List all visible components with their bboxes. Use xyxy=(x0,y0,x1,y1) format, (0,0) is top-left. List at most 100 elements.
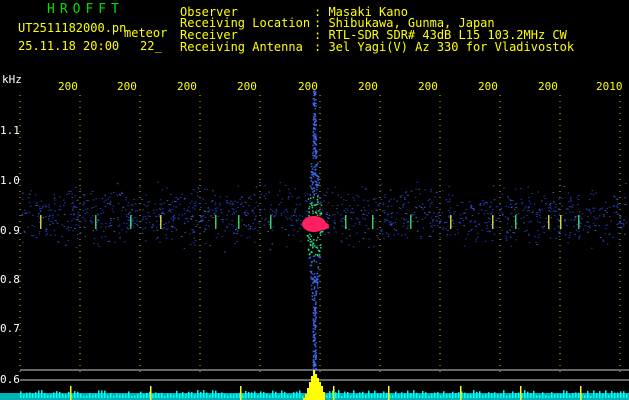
noise-speck xyxy=(614,196,616,198)
echo-speck xyxy=(312,157,315,159)
noise-speck xyxy=(281,198,283,200)
baseline-spike xyxy=(578,392,580,398)
noise-speck xyxy=(531,193,533,194)
noise-speck xyxy=(463,245,466,247)
noise-speck xyxy=(402,206,404,208)
date-time: 25.11.18 20:00 xyxy=(18,39,120,53)
power-burst xyxy=(313,370,315,400)
echo-speck xyxy=(313,239,315,241)
noise-speck xyxy=(424,189,426,191)
noise-speck xyxy=(278,190,281,192)
noise-speck xyxy=(252,222,254,224)
noise-speck xyxy=(479,205,482,207)
noise-speck xyxy=(602,240,605,242)
echo-speck xyxy=(314,115,317,118)
noise-speck xyxy=(482,200,484,202)
noise-speck xyxy=(275,211,278,213)
baseline-spike xyxy=(347,391,349,398)
echo-streak xyxy=(40,215,42,229)
echo-speck xyxy=(310,187,313,189)
noise-speck xyxy=(77,211,80,213)
noise-speck xyxy=(384,209,386,211)
echo-streak xyxy=(345,215,347,229)
noise-speck xyxy=(336,208,338,209)
noise-speck xyxy=(431,226,433,228)
noise-speck xyxy=(205,202,207,204)
noise-speck xyxy=(186,210,188,212)
baseline-spike xyxy=(257,395,259,398)
noise-speck xyxy=(119,237,121,239)
echo-speck xyxy=(311,251,313,253)
noise-speck xyxy=(514,188,517,190)
noise-speck xyxy=(618,238,620,240)
noise-speck xyxy=(21,214,23,216)
noise-speck xyxy=(173,205,175,207)
noise-speck xyxy=(274,211,276,213)
noise-speck xyxy=(212,190,214,192)
noise-speck xyxy=(496,226,498,228)
noise-speck xyxy=(438,217,440,219)
noise-speck xyxy=(23,230,26,232)
y-tick-label: 0.6 xyxy=(0,373,20,386)
noise-speck xyxy=(575,217,577,219)
noise-speck xyxy=(118,224,121,226)
baseline-spike xyxy=(167,393,169,398)
baseline-spike xyxy=(614,392,616,398)
noise-speck xyxy=(288,196,290,198)
noise-speck xyxy=(296,197,298,199)
noise-speck xyxy=(333,226,335,228)
noise-speck xyxy=(93,242,95,244)
baseline-spike xyxy=(392,394,394,398)
noise-speck xyxy=(152,225,154,227)
echo-speck xyxy=(313,335,315,337)
noise-speck xyxy=(156,226,158,228)
noise-speck xyxy=(21,214,24,215)
echo-speck xyxy=(318,182,321,184)
noise-speck xyxy=(413,214,415,216)
noise-speck xyxy=(214,204,217,206)
echo-speck xyxy=(315,351,317,354)
echo-speck xyxy=(311,181,314,183)
baseline-spike xyxy=(32,393,34,398)
noise-speck xyxy=(235,211,237,213)
app-title: HROFFT xyxy=(47,2,124,17)
noise-speck xyxy=(617,213,619,215)
echo-speck xyxy=(315,120,317,122)
noise-speck xyxy=(449,200,451,202)
baseline-spike xyxy=(617,392,619,398)
noise-speck xyxy=(192,216,194,218)
noise-speck xyxy=(162,228,164,230)
echo-speck xyxy=(317,201,319,203)
noise-speck xyxy=(345,208,347,210)
noise-speck xyxy=(108,202,111,204)
noise-speck xyxy=(143,204,145,205)
baseline-spike xyxy=(89,393,91,398)
echo-speck xyxy=(316,203,318,206)
noise-speck xyxy=(97,218,99,220)
echo-streak xyxy=(410,215,412,229)
baseline-spike xyxy=(80,393,82,398)
noise-speck xyxy=(419,193,421,195)
noise-speck xyxy=(34,194,37,196)
baseline-spike xyxy=(563,390,565,398)
noise-speck xyxy=(225,226,228,228)
noise-speck xyxy=(393,198,395,200)
noise-speck xyxy=(465,216,467,218)
noise-speck xyxy=(156,229,159,231)
noise-speck xyxy=(280,202,282,203)
noise-speck xyxy=(353,199,356,201)
noise-speck xyxy=(429,236,432,237)
baseline-spike xyxy=(497,394,499,398)
noise-speck xyxy=(119,194,121,195)
noise-speck xyxy=(51,217,54,219)
noise-speck xyxy=(343,210,346,211)
noise-speck xyxy=(320,201,323,203)
noise-speck xyxy=(175,206,178,208)
noise-speck xyxy=(491,240,494,241)
noise-speck xyxy=(275,209,278,211)
noise-speck xyxy=(357,204,359,206)
noise-speck xyxy=(456,204,459,206)
echo-speck xyxy=(313,193,315,195)
noise-speck xyxy=(50,221,52,222)
echo-speck xyxy=(314,320,316,322)
